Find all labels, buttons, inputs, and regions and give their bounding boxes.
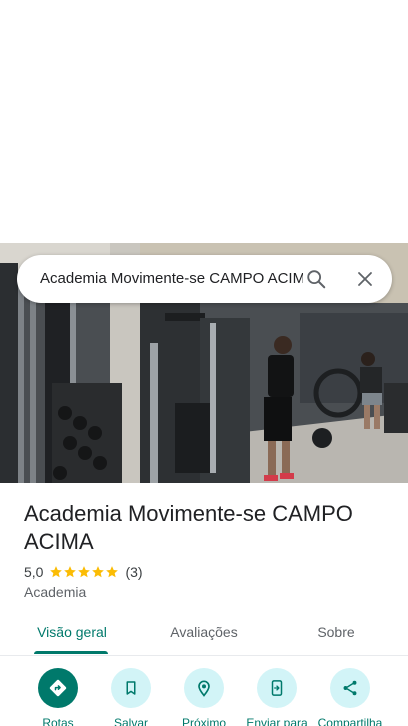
place-title: Academia Movimente-se CAMPO ACIMA <box>24 501 353 554</box>
tab-overview[interactable]: Visão geral <box>24 612 120 656</box>
share-button[interactable]: Compartilha <box>313 668 387 726</box>
directions-button[interactable]: Rotas <box>21 668 95 726</box>
active-tab-indicator <box>34 651 108 654</box>
action-bar: Rotas Salvar Próximo Enviar para Compart… <box>0 668 408 726</box>
search-button[interactable] <box>300 263 332 295</box>
send-to-phone-button[interactable]: Enviar para <box>240 668 314 726</box>
search-bar[interactable]: Academia Movimente-se CAMPO ACIMA <box>17 255 392 303</box>
nearby-button[interactable]: Próximo <box>167 668 241 726</box>
tab-reviews[interactable]: Avaliações <box>156 612 252 656</box>
send-to-phone-button-circle <box>257 668 297 708</box>
send-to-phone-label: Enviar para <box>246 716 308 726</box>
star-icon <box>64 566 77 578</box>
directions-label: Rotas <box>42 716 74 726</box>
share-icon <box>343 680 357 696</box>
rating-stars <box>49 565 119 579</box>
map-area[interactable] <box>0 0 408 243</box>
send-to-phone-icon <box>271 680 283 696</box>
star-icon <box>78 566 91 578</box>
search-icon <box>307 270 326 289</box>
nearby-icon <box>198 680 210 697</box>
tab-about[interactable]: Sobre <box>296 612 376 656</box>
save-label: Salvar <box>113 716 148 726</box>
review-count: (3) <box>125 564 143 580</box>
clear-search-button[interactable] <box>349 263 381 295</box>
directions-button-circle <box>38 668 78 708</box>
rating-value: 5,0 <box>24 564 44 580</box>
star-icon <box>106 566 119 578</box>
tab-bar: Visão geral Avaliações Sobre <box>0 612 408 656</box>
share-button-circle <box>330 668 370 708</box>
star-icon <box>50 566 63 578</box>
rating-row[interactable]: 5,0 (3) <box>24 563 143 581</box>
search-input[interactable]: Academia Movimente-se CAMPO ACIMA <box>40 255 303 303</box>
share-label: Compartilha <box>317 716 383 726</box>
nearby-label: Próximo <box>181 716 226 726</box>
bookmark-icon <box>126 681 136 695</box>
star-icon <box>92 566 105 578</box>
save-button-circle <box>111 668 151 708</box>
place-category: Academia <box>24 584 87 600</box>
save-button[interactable]: Salvar <box>94 668 168 726</box>
nearby-button-circle <box>184 668 224 708</box>
directions-icon <box>49 679 67 697</box>
close-icon <box>358 272 372 286</box>
